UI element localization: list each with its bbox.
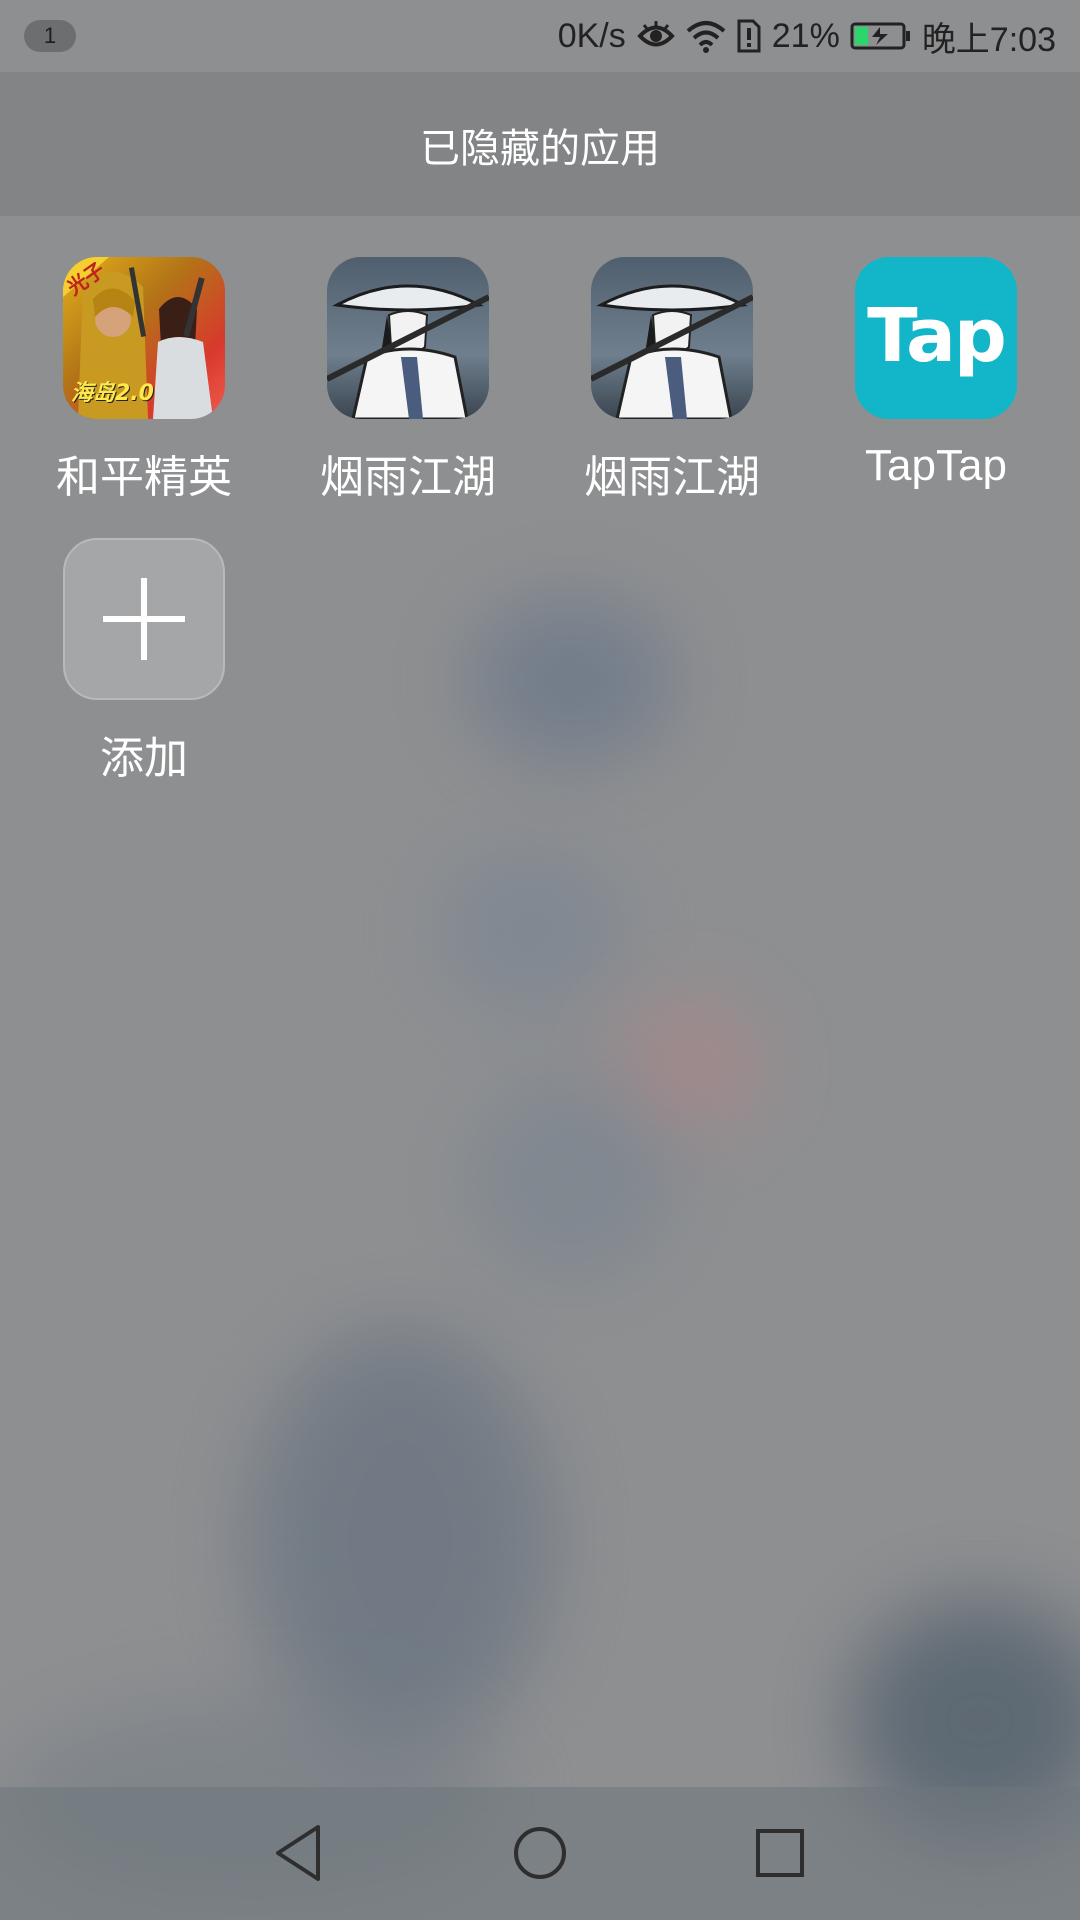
wifi-icon bbox=[686, 19, 726, 53]
yanyu-jianghu-game-icon bbox=[591, 257, 753, 419]
net-speed: 0K/s bbox=[557, 16, 626, 55]
app-tile-yanyu-jianghu[interactable]: 烟雨江湖 bbox=[276, 257, 540, 505]
app-label: 和平精英 bbox=[56, 453, 232, 502]
app-tile-taptap[interactable]: Tap TapTap bbox=[804, 257, 1068, 491]
app-label: 烟雨江湖 bbox=[584, 453, 760, 502]
status-right-group: 0K/s 21% 晚上7:03 bbox=[558, 12, 1056, 60]
app-tile-yanyu-jianghu[interactable]: 烟雨江湖 bbox=[540, 257, 804, 505]
peace-elite-game-icon: 光子 海岛2.0 bbox=[63, 257, 225, 419]
wallpaper-blur bbox=[470, 1080, 670, 1280]
clock: 晚上7:03 bbox=[921, 20, 1056, 59]
add-app-button[interactable]: 添加 bbox=[12, 538, 276, 786]
header: 已隐藏的应用 bbox=[0, 72, 1080, 216]
eye-icon bbox=[636, 19, 676, 53]
back-icon[interactable] bbox=[264, 1817, 336, 1889]
battery-percent: 21% bbox=[771, 16, 840, 55]
app-label: TapTap bbox=[865, 441, 1007, 490]
recents-icon[interactable] bbox=[744, 1817, 816, 1889]
navigation-bar bbox=[0, 1787, 1080, 1920]
app-tile-peace-elite[interactable]: 光子 海岛2.0 和平精英 bbox=[12, 257, 276, 505]
battery-charging-icon bbox=[850, 21, 912, 51]
version-badge: 海岛2.0 bbox=[71, 381, 154, 406]
home-icon[interactable] bbox=[504, 1817, 576, 1889]
add-label: 添加 bbox=[100, 734, 188, 783]
wallpaper-blur bbox=[250, 1330, 550, 1750]
hidden-apps-screen: 1 0K/s 21% 晚上7:03 已隐藏的应用 光子 海岛2.0 和平精英 烟… bbox=[0, 0, 1080, 1920]
taptap-icon: Tap bbox=[855, 257, 1017, 419]
app-label: 烟雨江湖 bbox=[320, 453, 496, 502]
wallpaper-blur bbox=[470, 600, 670, 760]
wallpaper-blur bbox=[440, 850, 620, 1010]
taptap-logo-text: Tap bbox=[867, 293, 1007, 379]
notification-count-badge: 1 bbox=[24, 20, 76, 52]
page-title: 已隐藏的应用 bbox=[420, 126, 660, 172]
yanyu-jianghu-game-icon bbox=[327, 257, 489, 419]
sim-alert-icon bbox=[736, 18, 762, 54]
status-bar: 1 0K/s 21% 晚上7:03 bbox=[0, 0, 1080, 72]
plus-icon bbox=[63, 538, 225, 700]
